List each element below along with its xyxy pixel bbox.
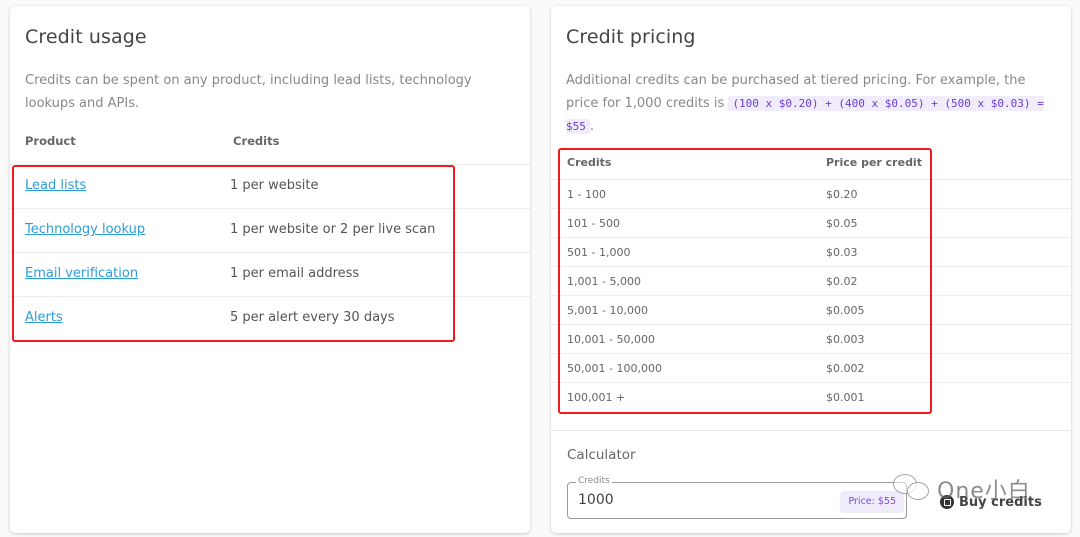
table-row: 101 - 500 $0.05 [551, 209, 1071, 238]
credit-pricing-title: Credit pricing [566, 26, 696, 48]
credit-usage-card: Credit usage Credits can be spent on any… [10, 6, 530, 533]
credit-pricing-card: Credit pricing Additional credits can be… [551, 6, 1071, 533]
product-link-email-verification[interactable]: Email verification [25, 266, 138, 281]
calculator-title: Calculator [567, 447, 636, 463]
product-link-alerts[interactable]: Alerts [25, 310, 63, 325]
credit-range: 501 - 1,000 [567, 246, 631, 259]
table-row: 501 - 1,000 $0.03 [551, 238, 1071, 267]
pricing-table-header: Credits Price per credit [551, 154, 1071, 180]
credit-pricing-description: Additional credits can be purchased at t… [566, 69, 1061, 138]
credit-range: 5,001 - 10,000 [567, 304, 648, 317]
price-per-credit: $0.003 [826, 333, 865, 346]
buy-credits-button[interactable]: Buy credits [940, 492, 1042, 512]
column-header-price-per-credit: Price per credit [826, 156, 922, 169]
table-row: Email verification 1 per email address [10, 253, 530, 297]
price-per-credit: $0.02 [826, 275, 858, 288]
price-per-credit: $0.002 [826, 362, 865, 375]
credits-value: 1 per website or 2 per live scan [230, 222, 436, 237]
credit-range: 1 - 100 [567, 188, 606, 201]
credits-value: 5 per alert every 30 days [230, 310, 395, 325]
credit-range: 50,001 - 100,000 [567, 362, 662, 375]
table-row: 1 - 100 $0.20 [551, 180, 1071, 209]
credit-usage-description: Credits can be spent on any product, inc… [25, 73, 472, 111]
product-link-technology-lookup[interactable]: Technology lookup [25, 222, 145, 237]
credits-input-field[interactable]: Credits Price: $55 [567, 476, 907, 519]
credits-value: 1 per website [230, 178, 319, 193]
column-header-product: Product [25, 134, 76, 148]
column-header-credits: Credits [567, 156, 612, 169]
cart-icon [940, 495, 954, 509]
description-end: . [589, 119, 595, 134]
table-row: Lead lists 1 per website [10, 165, 530, 209]
table-row: 50,001 - 100,000 $0.002 [551, 354, 1071, 383]
product-link-lead-lists[interactable]: Lead lists [25, 178, 86, 193]
credit-range: 1,001 - 5,000 [567, 275, 641, 288]
table-row: 10,001 - 50,000 $0.003 [551, 325, 1071, 354]
credits-value: 1 per email address [230, 266, 360, 281]
credit-range: 100,001 + [567, 391, 626, 404]
price-per-credit: $0.20 [826, 188, 858, 201]
table-row: 5,001 - 10,000 $0.005 [551, 296, 1071, 325]
credit-range: 101 - 500 [567, 217, 620, 230]
table-row: Technology lookup 1 per website or 2 per… [10, 209, 530, 253]
price-per-credit: $0.005 [826, 304, 865, 317]
price-badge: Price: $55 [840, 491, 904, 513]
credit-usage-title: Credit usage [25, 26, 147, 48]
price-per-credit: $0.05 [826, 217, 858, 230]
buy-credits-label: Buy credits [959, 494, 1042, 510]
credits-input-label: Credits [576, 476, 612, 486]
credits-input[interactable] [578, 492, 828, 508]
price-per-credit: $0.001 [826, 391, 865, 404]
table-row: 100,001 + $0.001 [551, 383, 1071, 412]
column-header-credits: Credits [233, 134, 280, 148]
calculator-divider [551, 430, 1071, 431]
price-per-credit: $0.03 [826, 246, 858, 259]
table-row: 1,001 - 5,000 $0.02 [551, 267, 1071, 296]
usage-table-header: Product Credits [10, 132, 530, 165]
table-row: Alerts 5 per alert every 30 days [10, 297, 530, 341]
credit-range: 10,001 - 50,000 [567, 333, 655, 346]
